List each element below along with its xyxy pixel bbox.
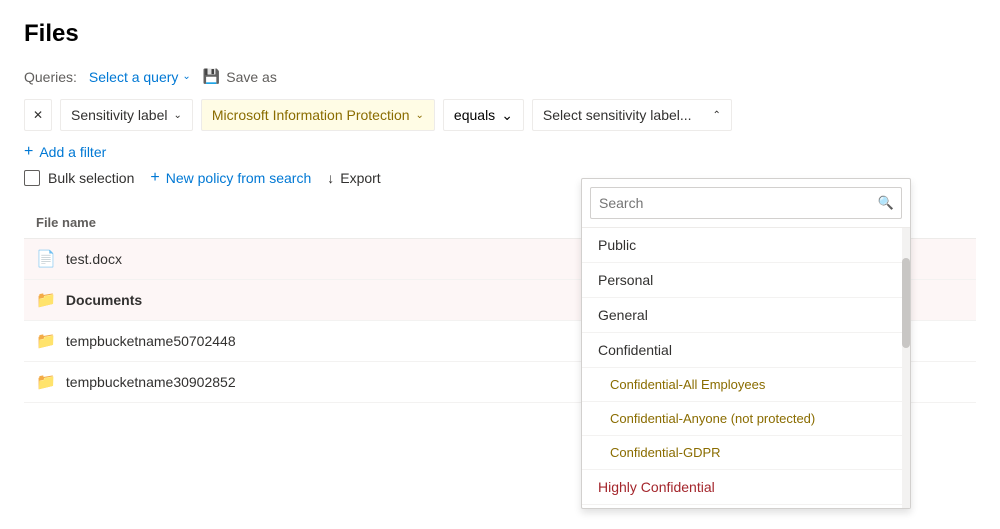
plus-icon: +: [150, 169, 159, 187]
save-as-button[interactable]: 💾 Save as: [203, 68, 277, 85]
plus-icon: +: [24, 143, 33, 161]
page-title: Files: [24, 20, 976, 48]
file-icon: 📄: [36, 249, 56, 269]
close-icon: ✕: [33, 108, 43, 122]
sensitivity-dropdown-panel: 🔍 Public Personal General Confidential C…: [581, 178, 911, 509]
mip-filter[interactable]: Microsoft Information Protection ⌄: [201, 99, 435, 131]
export-button[interactable]: ↓ Export: [327, 170, 380, 186]
operator-filter[interactable]: equals ⌄: [443, 99, 524, 131]
add-filter-button[interactable]: + Add a filter: [24, 143, 106, 161]
filter-close-button[interactable]: ✕: [24, 99, 52, 131]
sensitivity-label-filter[interactable]: Sensitivity label ⌄: [60, 99, 193, 131]
chevron-down-icon: ⌄: [174, 110, 182, 121]
select-query-button[interactable]: Select a query ⌄: [89, 69, 191, 85]
save-icon: 💾: [203, 68, 220, 85]
dropdown-list: Public Personal General Confidential Con…: [582, 228, 910, 508]
folder-icon: 📁: [36, 290, 56, 310]
list-item[interactable]: Confidential-Anyone (not protected): [582, 402, 910, 436]
list-item[interactable]: Public: [582, 228, 910, 263]
chevron-down-icon: ⌄: [501, 107, 513, 124]
export-icon: ↓: [327, 170, 334, 186]
new-policy-button[interactable]: + New policy from search: [150, 169, 311, 187]
folder-icon: 📁: [36, 372, 56, 392]
list-item[interactable]: General: [582, 298, 910, 333]
scrollbar-track[interactable]: [902, 228, 910, 508]
chevron-down-icon: ⌄: [182, 71, 190, 82]
list-item[interactable]: Personal: [582, 263, 910, 298]
queries-label: Queries:: [24, 69, 77, 85]
list-item[interactable]: Confidential: [582, 333, 910, 368]
list-item[interactable]: Highly Confidential-All Employees: [582, 505, 910, 508]
dropdown-search-input[interactable]: [590, 187, 902, 219]
filter-row: ✕ Sensitivity label ⌄ Microsoft Informat…: [24, 99, 976, 131]
list-item[interactable]: Highly Confidential: [582, 470, 910, 505]
search-icon: 🔍: [878, 195, 894, 211]
bulk-selection-button[interactable]: Bulk selection: [24, 170, 134, 186]
checkbox-icon: [24, 170, 40, 186]
folder-icon: 📁: [36, 331, 56, 351]
chevron-down-icon: ⌄: [416, 110, 424, 121]
list-item[interactable]: Confidential-GDPR: [582, 436, 910, 470]
list-item[interactable]: Confidential-All Employees: [582, 368, 910, 402]
sensitivity-value-dropdown[interactable]: Select sensitivity label... ⌃: [532, 99, 732, 131]
scrollbar-thumb[interactable]: [902, 258, 910, 348]
chevron-up-icon: ⌃: [713, 110, 721, 121]
queries-bar: Queries: Select a query ⌄ 💾 Save as: [24, 68, 976, 85]
dropdown-search-container: 🔍: [582, 179, 910, 228]
